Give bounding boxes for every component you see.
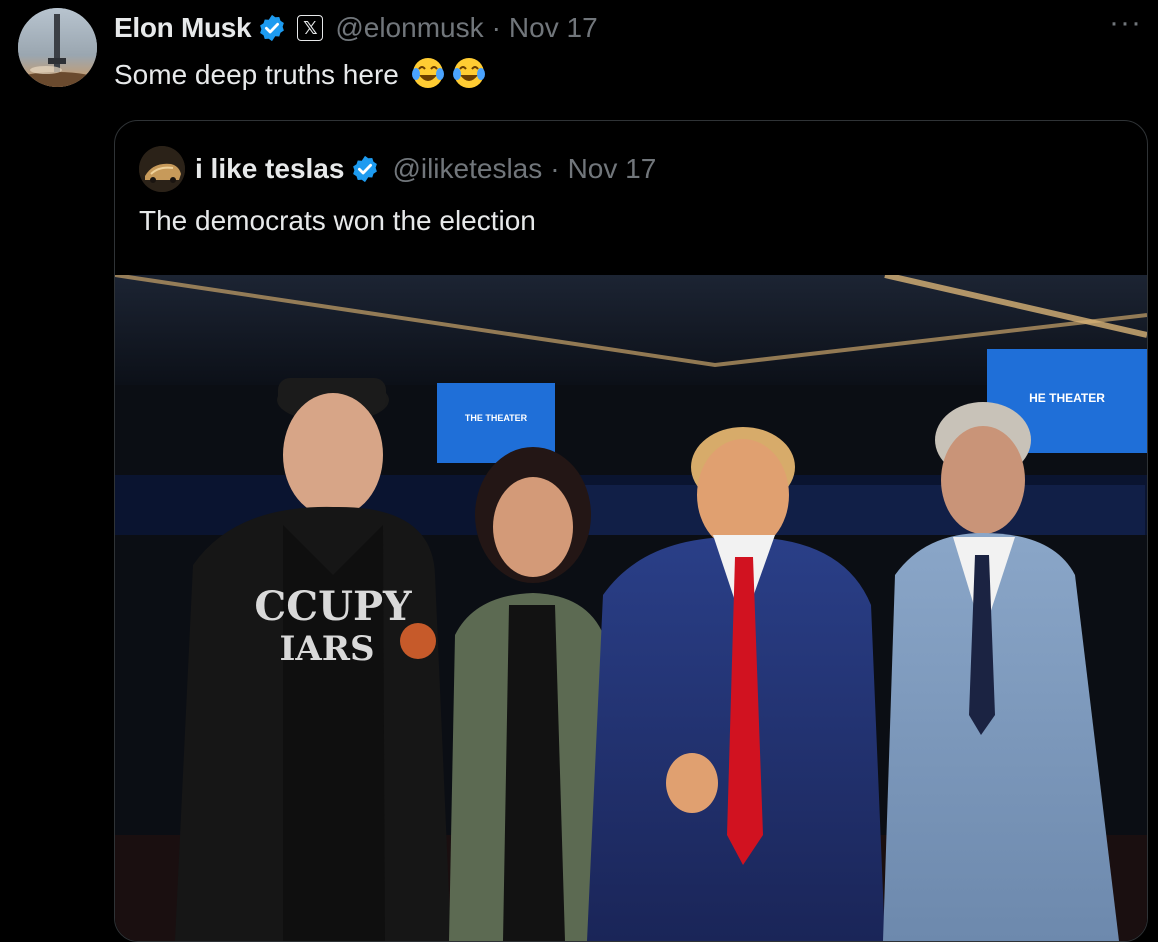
quoted-tweet-header: i like teslas @iliketeslas · Nov 17 [139, 146, 657, 192]
separator-dot: · [491, 12, 501, 43]
quoted-tweet-text: The democrats won the election [139, 205, 536, 236]
verified-badge-icon[interactable] [257, 13, 287, 43]
quoted-author-handle[interactable]: @iliketeslas [392, 153, 542, 185]
quoted-tweet-date[interactable]: Nov 17 [568, 153, 657, 185]
quoted-tweet-photo[interactable]: THE THEATER HE THEATER CCUPY IARS [115, 275, 1147, 941]
x-logo-icon[interactable]: 𝕏 [297, 15, 324, 41]
face-with-tears-of-joy-emoji [411, 56, 445, 90]
author-handle[interactable]: @elonmusk [335, 12, 483, 44]
tweet-date[interactable]: Nov 17 [509, 12, 598, 44]
verified-badge-icon[interactable] [350, 154, 380, 184]
tweet-text-content: Some deep truths here [114, 59, 399, 90]
quoted-author-name[interactable]: i like teslas [195, 153, 344, 185]
author-name[interactable]: Elon Musk [114, 12, 252, 44]
more-options-icon[interactable]: ··· [1109, 6, 1142, 40]
face-with-tears-of-joy-emoji [452, 56, 486, 90]
right-screen-text: HE THEATER [1029, 391, 1105, 405]
shirt-text-line2: IARS [279, 629, 374, 669]
tweet-text: Some deep truths here [114, 56, 486, 91]
quoted-tweet-card[interactable]: i like teslas @iliketeslas · Nov 17 The … [114, 120, 1148, 942]
separator-dot: · [550, 153, 560, 184]
shirt-text-line1: CCUPY [254, 583, 412, 630]
quoted-author-avatar[interactable] [139, 146, 185, 192]
tweet-header: Elon Musk 𝕏 @elonmusk · Nov 17 [114, 8, 598, 48]
author-avatar[interactable] [18, 8, 97, 87]
left-screen-text: THE THEATER [465, 413, 528, 423]
